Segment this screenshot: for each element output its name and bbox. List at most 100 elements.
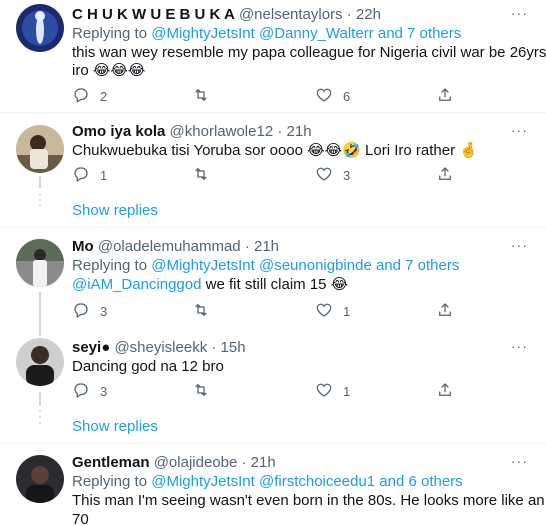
replying-users-link[interactable]: @MightyJetsInt @firstchoiceedu1 (151, 473, 375, 490)
more-icon[interactable]: ··· (511, 237, 528, 253)
reply-count: 2 (100, 88, 108, 104)
tweet-text: Chukwuebuka tisi Yoruba sor oooo 😂😂🤣 Lor… (72, 142, 478, 159)
like-count: 3 (343, 167, 351, 183)
author-name[interactable]: seyi● (72, 339, 110, 356)
retweet-button[interactable] (192, 85, 210, 107)
author-name[interactable]: Gentleman (72, 454, 150, 471)
share-icon (436, 86, 454, 107)
like-icon (315, 86, 333, 107)
tweet-text-rest: we fit still claim 15 😂 (201, 276, 349, 293)
replying-users-link[interactable]: @MightyJetsInt @Danny_Walterr (151, 25, 373, 42)
tweet-seyi[interactable]: seyi● @sheyisleekk · 15h ··· Dancing god… (0, 336, 546, 446)
tweet-text-line: iro 😂😂😂 (72, 62, 146, 79)
retweet-icon (192, 86, 210, 107)
reply-count: 1 (100, 167, 108, 183)
reply-button[interactable]: 3 (72, 380, 107, 402)
tweet-text: Dancing god na 12 bro (72, 358, 224, 375)
more-icon[interactable]: ··· (511, 122, 528, 138)
author-handle[interactable]: @nelsentaylors (239, 6, 343, 23)
tweet-actions: 1 3 (72, 164, 452, 186)
like-button[interactable]: 3 (315, 164, 350, 186)
share-icon (436, 381, 454, 402)
avatar[interactable] (16, 338, 64, 386)
timestamp[interactable]: 22h (356, 6, 381, 23)
reply-button[interactable]: 2 (72, 85, 107, 107)
thread-line (39, 292, 41, 336)
retweet-icon (192, 301, 210, 322)
separator-dot: · (241, 454, 247, 471)
more-icon[interactable]: ··· (511, 453, 528, 469)
like-button[interactable]: 1 (315, 380, 350, 402)
tweet-omo-iya-kola[interactable]: Omo iya kola @khorlawole12 · 21h ··· Chu… (0, 113, 546, 225)
author-name[interactable]: Mo (72, 238, 94, 255)
more-icon[interactable]: ··· (511, 338, 528, 354)
avatar[interactable] (16, 125, 64, 173)
replying-others-link[interactable]: and 7 others (374, 25, 461, 42)
timestamp[interactable]: 15h (221, 339, 246, 356)
more-icon[interactable]: ··· (511, 5, 528, 21)
replying-label: Replying to (72, 473, 152, 490)
author-name[interactable]: C H U K W U E B U K A (72, 6, 235, 23)
avatar[interactable] (16, 239, 64, 287)
retweet-icon (192, 165, 210, 186)
retweet-button[interactable] (192, 300, 210, 322)
timestamp[interactable]: 21h (251, 454, 276, 471)
share-button[interactable] (436, 85, 454, 107)
tweet-chukwuebuka[interactable]: C H U K W U E B U K A @nelsentaylors · 2… (0, 0, 546, 112)
author-handle[interactable]: @sheyisleekk (114, 339, 207, 356)
reply-icon (72, 86, 90, 107)
tweet-text: @iAM_Dancinggod we fit still claim 15 😂 (72, 275, 348, 295)
share-button[interactable] (436, 164, 454, 186)
retweet-icon (192, 381, 210, 402)
tweet-gentleman[interactable]: Gentleman @olajideobe · 21h ··· Replying… (0, 444, 546, 526)
timestamp[interactable]: 21h (254, 238, 279, 255)
share-button[interactable] (436, 300, 454, 322)
thread-dots (39, 193, 41, 211)
author-handle[interactable]: @oladelemuhammad (98, 238, 241, 255)
thread-line (39, 176, 41, 188)
separator-dot: · (244, 238, 250, 255)
reply-button[interactable]: 3 (72, 300, 107, 322)
tweet-text-line: 70 (72, 511, 89, 526)
avatar[interactable] (16, 455, 64, 503)
like-icon (315, 301, 333, 322)
replying-label: Replying to (72, 25, 152, 42)
share-icon (436, 301, 454, 322)
thread-line (39, 392, 41, 406)
like-count: 1 (343, 303, 351, 319)
mention-link[interactable]: @iAM_Dancinggod (72, 276, 201, 293)
share-icon (436, 165, 454, 186)
tweet-actions: 2 6 (72, 85, 452, 107)
separator-dot: · (211, 339, 217, 356)
reply-count: 3 (100, 303, 108, 319)
replying-others-link[interactable]: and 7 others (372, 257, 459, 274)
retweet-button[interactable] (192, 380, 210, 402)
timestamp[interactable]: 21h (287, 123, 312, 140)
like-button[interactable]: 6 (315, 85, 350, 107)
author-name[interactable]: Omo iya kola (72, 123, 165, 140)
like-button[interactable]: 1 (315, 300, 350, 322)
like-count: 6 (343, 88, 351, 104)
thread-dots (39, 410, 41, 428)
like-icon (315, 165, 333, 186)
replying-to: Replying to @MightyJetsInt @Danny_Walter… (72, 24, 461, 44)
tweet-mo[interactable]: Mo @oladelemuhammad · 21h ··· Replying t… (0, 228, 546, 336)
tweet-text-line: This man I'm seeing wasn't even born in … (72, 492, 546, 509)
reply-button[interactable]: 1 (72, 164, 107, 186)
tweet-text-line: this wan wey resemble my papa colleague … (72, 44, 546, 61)
share-button[interactable] (436, 380, 454, 402)
reply-icon (72, 381, 90, 402)
separator-dot: · (277, 123, 283, 140)
replying-users-link[interactable]: @MightyJetsInt @seunonigbinde (151, 257, 372, 274)
replies-feed: C H U K W U E B U K A @nelsentaylors · 2… (0, 0, 546, 526)
replying-label: Replying to (72, 257, 152, 274)
avatar[interactable] (16, 4, 64, 52)
retweet-button[interactable] (192, 164, 210, 186)
replying-to: Replying to @MightyJetsInt @seunonigbind… (72, 256, 459, 276)
show-replies-link[interactable]: Show replies (72, 417, 158, 437)
replying-others-link[interactable]: and 6 others (375, 473, 462, 490)
author-handle[interactable]: @khorlawole12 (170, 123, 274, 140)
author-handle[interactable]: @olajideobe (154, 454, 238, 471)
show-replies-link[interactable]: Show replies (72, 201, 158, 221)
separator-dot: · (346, 6, 352, 23)
